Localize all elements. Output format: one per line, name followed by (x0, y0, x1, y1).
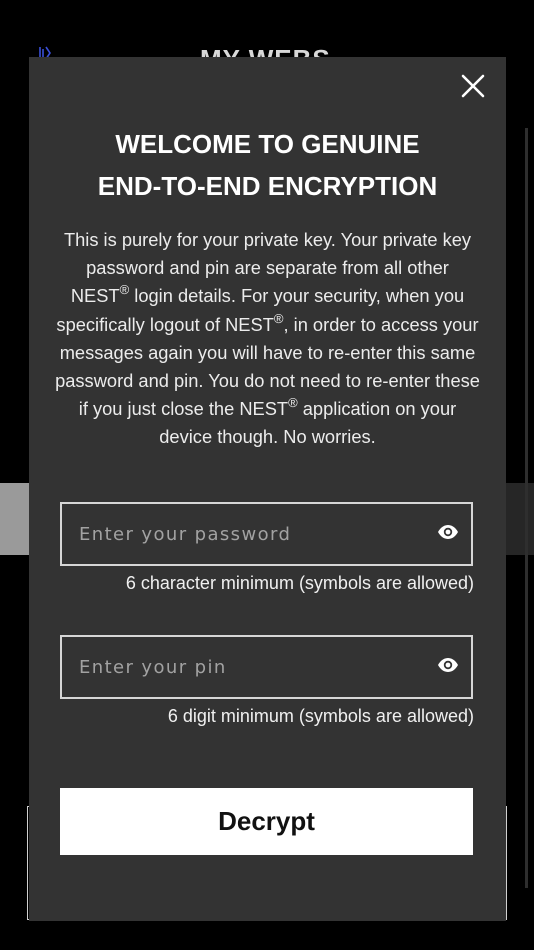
registered-mark: ® (288, 395, 298, 411)
app-screen: MY WEBS WELCOME TO GENUINE END-TO-END EN… (0, 0, 534, 950)
modal-title-line-2: END-TO-END ENCRYPTION (97, 171, 438, 201)
close-icon (458, 71, 488, 101)
scrollbar[interactable] (525, 128, 528, 888)
modal-title: WELCOME TO GENUINE END-TO-END ENCRYPTION (29, 123, 506, 207)
registered-mark: ® (273, 310, 284, 326)
pin-hint: 6 digit minimum (symbols are allowed) (167, 706, 474, 726)
close-button[interactable] (458, 71, 488, 101)
password-input[interactable] (62, 504, 436, 564)
decrypt-button[interactable]: Decrypt (60, 788, 473, 855)
eye-icon (437, 524, 459, 545)
password-hint: 6 character minimum (symbols are allowed… (125, 573, 474, 593)
background-banner (0, 483, 30, 555)
eye-icon (437, 657, 459, 678)
password-visibility-toggle[interactable] (436, 522, 460, 546)
pin-input[interactable] (62, 637, 436, 697)
password-field (60, 502, 473, 566)
modal-description: This is purely for your private key. You… (55, 226, 480, 452)
background-banner-edge (505, 483, 534, 555)
pin-field (60, 635, 473, 699)
encryption-modal: WELCOME TO GENUINE END-TO-END ENCRYPTION… (29, 57, 506, 921)
modal-title-line-1: WELCOME TO GENUINE (115, 129, 420, 159)
registered-mark: ® (119, 282, 130, 298)
pin-visibility-toggle[interactable] (436, 655, 460, 679)
